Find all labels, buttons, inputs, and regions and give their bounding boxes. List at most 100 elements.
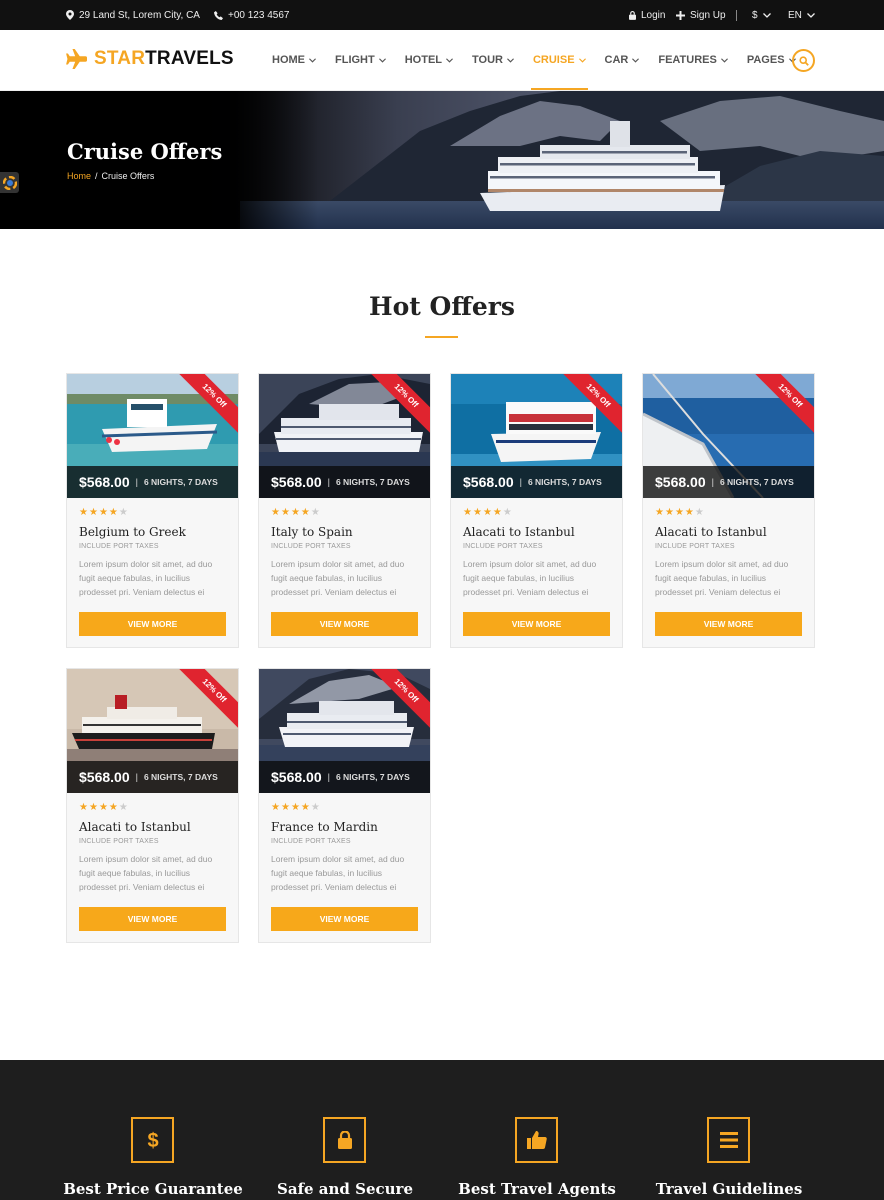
nav-cruise[interactable]: CRUISE <box>530 30 588 90</box>
nav-label: FEATURES <box>658 54 717 66</box>
map-pin-icon <box>66 10 74 20</box>
offer-subtitle: INCLUDE PORT TAXES <box>79 838 159 845</box>
currency-select[interactable]: $ <box>752 0 771 30</box>
offer-card[interactable]: 12% Off $568.00 | 6 NIGHTS, 7 DAYS ★ ★ ★ ★ ★ B… <box>66 373 239 648</box>
top-bar: 29 Land St, Lorem City, CA +00 123 4567 … <box>0 0 884 30</box>
chevron-down-icon <box>720 57 728 63</box>
breadcrumb-separator: / <box>95 171 98 181</box>
view-more-button[interactable]: VIEW MORE <box>271 907 418 931</box>
offer-title[interactable]: Alacati to Istanbul <box>79 820 191 834</box>
offer-card[interactable]: 12% Off $568.00 | 6 NIGHTS, 7 DAYS ★ ★ ★ ★ ★ I… <box>258 373 431 648</box>
price-bar: $568.00 | 6 NIGHTS, 7 DAYS <box>67 761 238 793</box>
chevron-down-icon <box>446 57 453 63</box>
offer-title[interactable]: France to Mardin <box>271 820 378 834</box>
feature-label: Best Price Guarantee <box>63 1180 243 1198</box>
offer-title[interactable]: Italy to Spain <box>271 525 353 539</box>
star-icon: ★ <box>300 802 310 813</box>
offer-card[interactable]: 12% Off $568.00 | 6 NIGHTS, 7 DAYS ★ ★ ★ ★ ★ A… <box>450 373 623 648</box>
offer-subtitle: INCLUDE PORT TAXES <box>271 838 351 845</box>
breadcrumb: Home / Cruise Offers <box>67 171 154 181</box>
divider: | <box>327 772 330 782</box>
nav-flight[interactable]: FLIGHT <box>335 30 386 90</box>
offer-description: Lorem ipsum dolor sit amet, ad duo fugit… <box>79 559 213 597</box>
nav-car[interactable]: CAR <box>605 30 640 90</box>
duration: 6 NIGHTS, 7 DAYS <box>143 772 218 782</box>
feature-label: Safe and Secure <box>277 1180 413 1198</box>
nav-label: FLIGHT <box>335 54 375 66</box>
offer-title[interactable]: Alacati to Istanbul <box>655 525 767 539</box>
view-more-button[interactable]: VIEW MORE <box>79 612 226 636</box>
chevron-down-icon <box>806 12 815 18</box>
phone-text: +00 123 4567 <box>228 9 290 21</box>
color-wheel-icon <box>2 175 17 190</box>
breadcrumb-home[interactable]: Home <box>67 171 91 181</box>
search-button[interactable] <box>792 49 815 72</box>
language-select[interactable]: EN <box>788 0 815 30</box>
offer-subtitle: INCLUDE PORT TAXES <box>655 543 735 550</box>
star-icon: ★ <box>290 507 300 518</box>
nav-tour[interactable]: TOUR <box>472 30 514 90</box>
nav-pages[interactable]: PAGES <box>747 30 796 90</box>
offer-title[interactable]: Belgium to Greek <box>79 525 186 539</box>
logo-text-star: STAR <box>94 48 146 69</box>
star-icon: ★ <box>684 507 694 518</box>
star-icon: ★ <box>290 802 300 813</box>
nav-label: HOTEL <box>404 54 442 66</box>
nav-features[interactable]: FEATURES <box>658 30 728 90</box>
page-title: Cruise Offers <box>67 139 223 164</box>
svg-text:$: $ <box>147 1130 158 1152</box>
offer-title[interactable]: Alacati to Istanbul <box>463 525 575 539</box>
plus-icon <box>676 10 685 20</box>
search-icon <box>798 55 809 66</box>
login-label: Login <box>641 9 666 21</box>
divider: | <box>135 477 138 487</box>
duration: 6 NIGHTS, 7 DAYS <box>143 477 218 487</box>
signup-link[interactable]: Sign Up <box>676 0 726 30</box>
star-icon: ★ <box>280 507 290 518</box>
airplane-icon <box>66 49 87 69</box>
nav-home[interactable]: HOME <box>272 30 316 90</box>
view-more-button[interactable]: VIEW MORE <box>271 612 418 636</box>
star-icon: ★ <box>118 507 128 518</box>
star-icon: ★ <box>674 507 684 518</box>
price: $568.00 <box>463 474 514 490</box>
login-link[interactable]: Login <box>629 0 665 30</box>
offer-card[interactable]: 12% Off $568.00 | 6 NIGHTS, 7 DAYS ★ ★ ★ ★ ★ A… <box>66 668 239 943</box>
star-icon: ★ <box>655 507 664 518</box>
star-icon: ★ <box>310 507 320 518</box>
nav-hotel[interactable]: HOTEL <box>405 30 453 90</box>
star-rating: ★ ★ ★ ★ ★ <box>655 508 704 518</box>
star-rating: ★ ★ ★ ★ ★ <box>79 508 128 518</box>
menu-icon <box>707 1117 750 1163</box>
lock-icon <box>323 1117 366 1163</box>
star-icon: ★ <box>664 507 674 518</box>
offer-description: Lorem ipsum dolor sit amet, ad duo fugit… <box>271 854 405 892</box>
offer-subtitle: INCLUDE PORT TAXES <box>271 543 351 550</box>
offer-card[interactable]: 12% Off $568.00 | 6 NIGHTS, 7 DAYS ★ ★ ★ ★ ★ F… <box>258 668 431 943</box>
price-bar: $568.00 | 6 NIGHTS, 7 DAYS <box>259 466 430 498</box>
offer-description: Lorem ipsum dolor sit amet, ad duo fugit… <box>79 854 213 892</box>
view-more-button[interactable]: VIEW MORE <box>463 612 610 636</box>
price: $568.00 <box>655 474 706 490</box>
offer-description: Lorem ipsum dolor sit amet, ad duo fugit… <box>655 559 789 597</box>
view-more-button[interactable]: VIEW MORE <box>655 612 802 636</box>
duration: 6 NIGHTS, 7 DAYS <box>335 772 410 782</box>
offer-card[interactable]: 12% Off $568.00 | 6 NIGHTS, 7 DAYS ★ ★ ★ ★ ★ A… <box>642 373 815 648</box>
offer-description: Lorem ipsum dolor sit amet, ad duo fugit… <box>271 559 405 597</box>
address-text: 29 Land St, Lorem City, CA <box>79 9 200 21</box>
nav-label: CRUISE <box>532 54 575 66</box>
price-bar: $568.00 | 6 NIGHTS, 7 DAYS <box>67 466 238 498</box>
price-bar: $568.00 | 6 NIGHTS, 7 DAYS <box>259 761 430 793</box>
logo[interactable]: STAR TRAVELS <box>66 48 234 70</box>
side-settings-widget[interactable] <box>0 172 19 193</box>
main-header: STAR TRAVELS HOME FLIGHT HOTEL TOUR CRUIS… <box>0 30 884 91</box>
star-icon: ★ <box>108 507 118 518</box>
nav-label: TOUR <box>472 54 503 66</box>
thumbs-up-icon <box>515 1117 558 1163</box>
price-bar: $568.00 | 6 NIGHTS, 7 DAYS <box>451 466 622 498</box>
price: $568.00 <box>79 769 130 785</box>
price: $568.00 <box>271 769 322 785</box>
star-icon: ★ <box>694 507 704 518</box>
view-more-button[interactable]: VIEW MORE <box>79 907 226 931</box>
star-icon: ★ <box>300 507 310 518</box>
